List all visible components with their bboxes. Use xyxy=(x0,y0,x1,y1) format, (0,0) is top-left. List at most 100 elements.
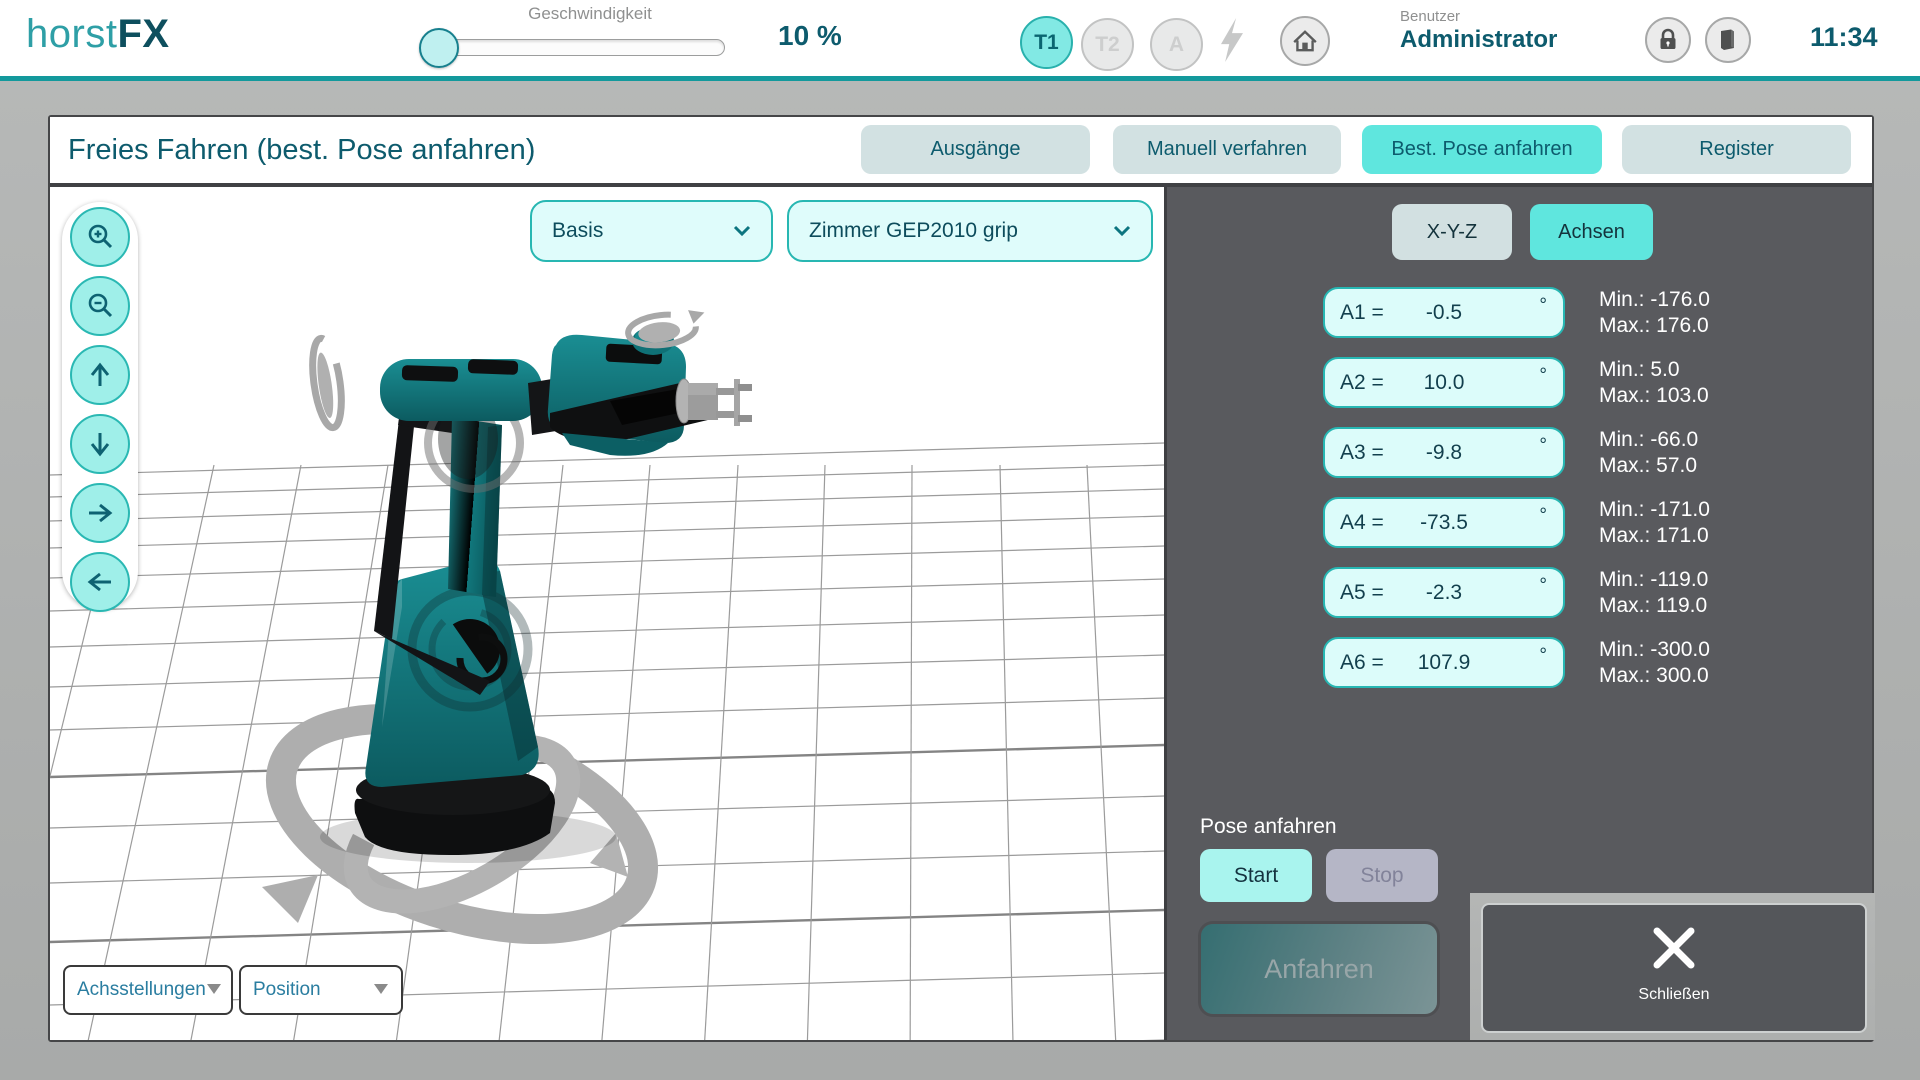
close-button-label: Schließen xyxy=(1483,986,1865,1004)
logo-thin: horst xyxy=(26,12,117,56)
tab-register[interactable]: Register xyxy=(1622,125,1851,174)
axis-a3-field[interactable]: -9.8 A3 = ° xyxy=(1323,427,1565,478)
logo-bold: FX xyxy=(117,12,169,56)
axis-label: A3 = xyxy=(1340,441,1384,465)
axis-max: Max.: 119.0 xyxy=(1599,593,1708,619)
floor-grid xyxy=(50,443,1164,1040)
pan-up-button[interactable] xyxy=(70,345,130,405)
axis-max: Max.: 300.0 xyxy=(1599,663,1710,689)
axis-a1-field[interactable]: -0.5 A1 = ° xyxy=(1323,287,1565,338)
frame-select[interactable]: Basis xyxy=(530,200,773,262)
chevron-down-icon xyxy=(1113,219,1131,243)
lock-icon xyxy=(1657,28,1679,52)
stop-button[interactable]: Stop xyxy=(1326,849,1438,902)
position-select-value: Position xyxy=(253,979,321,1001)
axis-min: Min.: -300.0 xyxy=(1599,637,1710,663)
clock: 11:34 xyxy=(1810,22,1878,53)
axis-limits: Min.: -119.0 Max.: 119.0 xyxy=(1599,567,1708,619)
robot-3d-scene xyxy=(50,187,1164,1040)
achsstellungen-select[interactable]: Achsstellungen xyxy=(63,965,233,1015)
speed-slider-handle[interactable] xyxy=(419,28,459,68)
home-icon xyxy=(1292,28,1318,54)
axis-limits: Min.: -171.0 Max.: 171.0 xyxy=(1599,497,1710,549)
left-rotation-ring[interactable] xyxy=(308,337,346,430)
arrow-up-icon xyxy=(85,360,115,390)
close-button[interactable]: Schließen xyxy=(1481,903,1867,1033)
axes-panel: X-Y-Z Achsen -0.5 A1 = ° Min.: -176.0 Ma… xyxy=(1164,187,1872,1040)
view-xyz-button[interactable]: X-Y-Z xyxy=(1392,204,1512,260)
axis-label: A4 = xyxy=(1340,511,1384,535)
position-select[interactable]: Position xyxy=(239,965,403,1015)
axis-min: Min.: -119.0 xyxy=(1599,567,1708,593)
manual-button[interactable] xyxy=(1705,17,1751,63)
start-button[interactable]: Start xyxy=(1200,849,1312,902)
axis-row-a2: 10.0 A2 = ° Min.: 5.0 Max.: 103.0 xyxy=(1167,357,1875,417)
arrow-right-icon xyxy=(85,498,115,528)
power-lightning-icon xyxy=(1215,18,1249,67)
tool-select-value: Zimmer GEP2010 grip xyxy=(809,219,1018,243)
pan-right-button[interactable] xyxy=(70,483,130,543)
header-divider xyxy=(0,76,1920,81)
axis-limits: Min.: -176.0 Max.: 176.0 xyxy=(1599,287,1710,339)
robot-3d-viewport[interactable]: Basis Zimmer GEP2010 grip Achsstellungen… xyxy=(50,187,1164,1040)
panel-header: Freies Fahren (best. Pose anfahren) Ausg… xyxy=(50,117,1872,187)
axis-limits: Min.: -300.0 Max.: 300.0 xyxy=(1599,637,1710,689)
axis-min: Min.: -66.0 xyxy=(1599,427,1698,453)
pan-down-button[interactable] xyxy=(70,414,130,474)
pose-anfahren-heading: Pose anfahren xyxy=(1200,815,1337,839)
lock-button[interactable] xyxy=(1645,17,1691,63)
axis-limits: Min.: -66.0 Max.: 57.0 xyxy=(1599,427,1698,479)
tab-manuell-verfahren[interactable]: Manuell verfahren xyxy=(1113,125,1341,174)
axis-label: A2 = xyxy=(1340,371,1384,395)
axis-unit: ° xyxy=(1539,505,1547,527)
mode-t2-button[interactable]: T2 xyxy=(1081,18,1134,71)
speed-slider-track[interactable] xyxy=(445,39,725,56)
axis-a6-field[interactable]: 107.9 A6 = ° xyxy=(1323,637,1565,688)
close-button-area: Schließen xyxy=(1470,893,1875,1040)
axis-a2-field[interactable]: 10.0 A2 = ° xyxy=(1323,357,1565,408)
home-button[interactable] xyxy=(1280,16,1330,66)
tool-select[interactable]: Zimmer GEP2010 grip xyxy=(787,200,1153,262)
frame-select-value: Basis xyxy=(552,219,603,243)
book-icon xyxy=(1717,28,1739,52)
zoom-in-button[interactable] xyxy=(70,207,130,267)
axis-label: A5 = xyxy=(1340,581,1384,605)
speed-slider-label: Geschwindigkeit xyxy=(440,4,740,24)
axis-row-a1: -0.5 A1 = ° Min.: -176.0 Max.: 176.0 xyxy=(1167,287,1875,347)
zoom-out-button[interactable] xyxy=(70,276,130,336)
user-name[interactable]: Administrator xyxy=(1400,26,1557,54)
robot-arm xyxy=(355,308,753,855)
chevron-down-icon xyxy=(733,219,751,243)
triangle-down-icon xyxy=(206,979,222,1001)
axis-max: Max.: 176.0 xyxy=(1599,313,1710,339)
zoom-in-icon xyxy=(85,222,115,252)
pan-left-button[interactable] xyxy=(70,552,130,612)
mode-a-button[interactable]: A xyxy=(1150,18,1203,71)
axis-unit: ° xyxy=(1539,295,1547,317)
axis-row-a6: 107.9 A6 = ° Min.: -300.0 Max.: 300.0 xyxy=(1167,637,1875,697)
axis-row-a4: -73.5 A4 = ° Min.: -171.0 Max.: 171.0 xyxy=(1167,497,1875,557)
axis-a5-field[interactable]: -2.3 A5 = ° xyxy=(1323,567,1565,618)
speed-value: 10 % xyxy=(778,20,842,52)
triangle-down-icon xyxy=(373,979,389,1001)
page-title: Freies Fahren (best. Pose anfahren) xyxy=(68,117,535,183)
tab-ausgaenge[interactable]: Ausgänge xyxy=(861,125,1090,174)
axis-unit: ° xyxy=(1539,645,1547,667)
arrow-left-icon xyxy=(85,567,115,597)
main-panel: Freies Fahren (best. Pose anfahren) Ausg… xyxy=(48,115,1874,1042)
user-label: Benutzer xyxy=(1400,8,1460,25)
view-achsen-button[interactable]: Achsen xyxy=(1530,204,1653,260)
tab-best-pose-anfahren[interactable]: Best. Pose anfahren xyxy=(1362,125,1602,174)
wrist-rotation-ring[interactable] xyxy=(626,308,707,348)
axis-unit: ° xyxy=(1539,435,1547,457)
axis-limits: Min.: 5.0 Max.: 103.0 xyxy=(1599,357,1709,409)
axis-label: A6 = xyxy=(1340,651,1384,675)
mode-t1-button[interactable]: T1 xyxy=(1020,16,1073,69)
axis-min: Min.: -171.0 xyxy=(1599,497,1710,523)
axis-min: Min.: -176.0 xyxy=(1599,287,1710,313)
axis-row-a3: -9.8 A3 = ° Min.: -66.0 Max.: 57.0 xyxy=(1167,427,1875,487)
close-icon xyxy=(1483,921,1865,980)
axis-a4-field[interactable]: -73.5 A4 = ° xyxy=(1323,497,1565,548)
axis-row-a5: -2.3 A5 = ° Min.: -119.0 Max.: 119.0 xyxy=(1167,567,1875,627)
anfahren-button[interactable]: Anfahren xyxy=(1201,924,1437,1014)
